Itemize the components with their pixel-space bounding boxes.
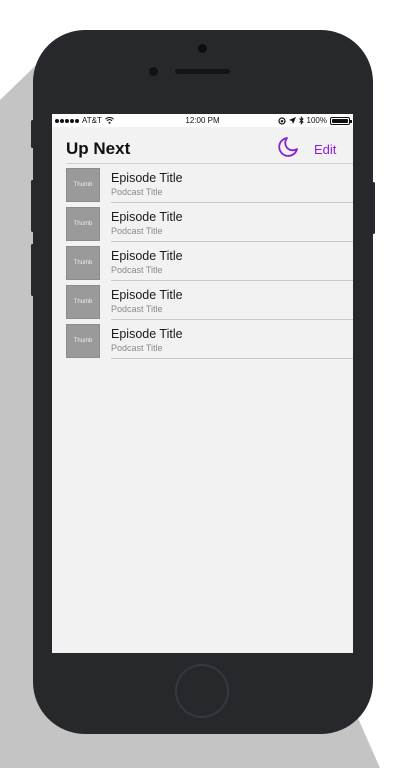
- episode-title: Episode Title: [111, 327, 183, 341]
- episode-title: Episode Title: [111, 249, 183, 263]
- episode-title: Episode Title: [111, 171, 183, 185]
- episode-thumbnail: Thumb: [66, 324, 100, 358]
- podcast-title: Podcast Title: [111, 343, 163, 353]
- power-button: [372, 182, 375, 234]
- list-item[interactable]: Thumb Episode Title Podcast Title: [52, 203, 353, 242]
- list-item[interactable]: Thumb Episode Title Podcast Title: [52, 164, 353, 203]
- bluetooth-icon: [298, 116, 304, 125]
- podcast-title: Podcast Title: [111, 226, 163, 236]
- episode-thumbnail: Thumb: [66, 246, 100, 280]
- episode-thumbnail: Thumb: [66, 207, 100, 241]
- podcast-title: Podcast Title: [111, 265, 163, 275]
- mute-switch: [31, 120, 34, 148]
- volume-down-button: [31, 244, 34, 296]
- list-item[interactable]: Thumb Episode Title Podcast Title: [52, 242, 353, 281]
- episode-thumbnail: Thumb: [66, 285, 100, 319]
- episode-title: Episode Title: [111, 288, 183, 302]
- navigation-bar: Up Next Edit: [52, 127, 353, 164]
- location-arrow-icon: [288, 117, 296, 124]
- podcast-title: Podcast Title: [111, 304, 163, 314]
- episode-list: Thumb Episode Title Podcast Title Thumb …: [52, 164, 353, 359]
- moon-icon[interactable]: [276, 135, 300, 159]
- home-button[interactable]: [175, 664, 229, 718]
- status-bar: AT&T 12:00 PM 100%: [52, 114, 353, 127]
- volume-up-button: [31, 180, 34, 232]
- proximity-sensor: [149, 67, 158, 76]
- rotation-lock-icon: [277, 116, 286, 125]
- front-camera: [198, 44, 207, 53]
- episode-title: Episode Title: [111, 210, 183, 224]
- screen: AT&T 12:00 PM 100% Up Next Edit Thumb Ep…: [52, 114, 353, 653]
- page-title: Up Next: [66, 139, 131, 158]
- edit-button[interactable]: Edit: [314, 142, 336, 157]
- podcast-title: Podcast Title: [111, 187, 163, 197]
- earpiece-speaker: [175, 69, 230, 74]
- list-item[interactable]: Thumb Episode Title Podcast Title: [52, 281, 353, 320]
- battery-percent: 100%: [306, 116, 327, 125]
- divider: [111, 358, 353, 359]
- list-item[interactable]: Thumb Episode Title Podcast Title: [52, 320, 353, 359]
- episode-thumbnail: Thumb: [66, 168, 100, 202]
- battery-icon: [330, 116, 352, 125]
